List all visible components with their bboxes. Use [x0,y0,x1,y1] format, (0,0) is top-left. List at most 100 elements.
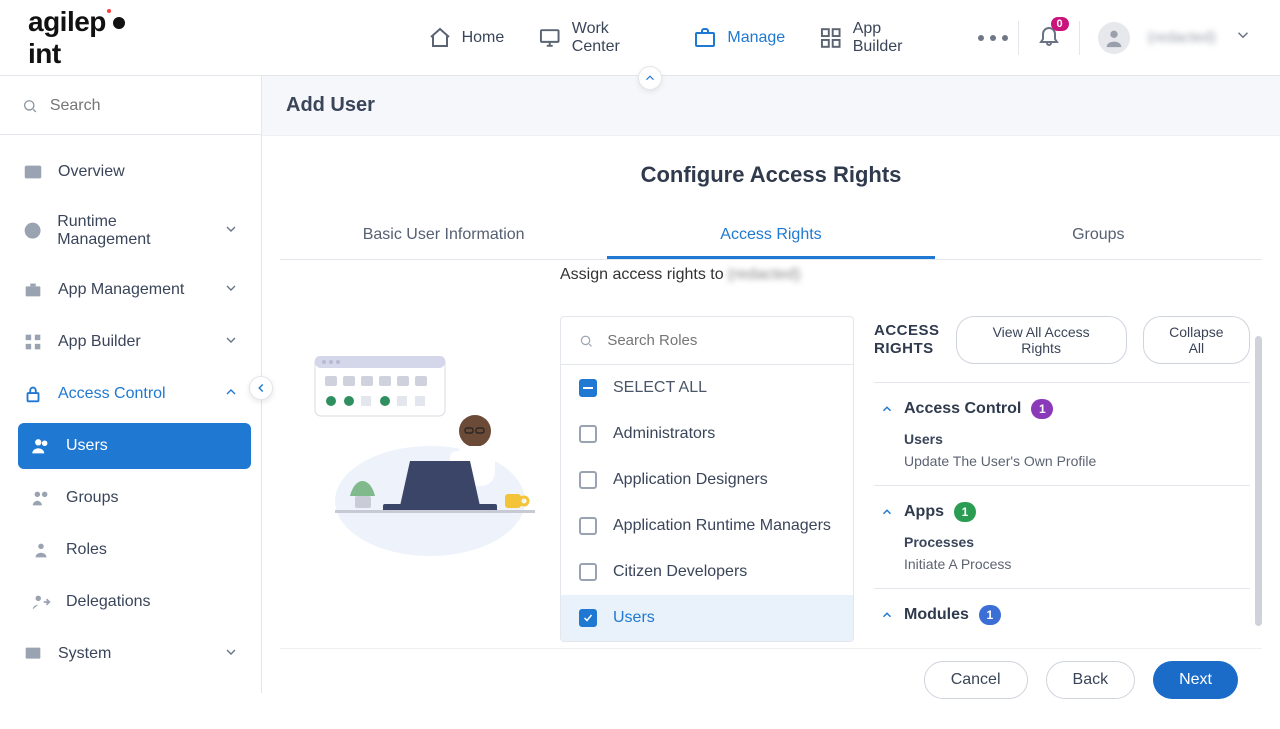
access-rights-panel: ACCESSRIGHTS View All Access Rights Coll… [854,316,1262,642]
chevron-up-icon [880,402,894,416]
grid-icon [22,331,44,353]
rights-group-modules: Modules 1 [874,588,1250,629]
rights-group-toggle[interactable]: Apps 1 [880,502,1244,522]
content: Add User Configure Access Rights Basic U… [262,76,1280,693]
sidebar-item-label: Users [66,437,108,455]
assign-username: (redacted) [728,266,801,284]
rights-group-name: Modules [904,606,969,624]
rights-group-toggle[interactable]: Modules 1 [880,605,1244,625]
role-label: Administrators [613,425,715,443]
notification-count-badge: 0 [1051,17,1069,31]
sidebar-item-system[interactable]: System [10,631,251,677]
sidebar-item-groups[interactable]: Groups [18,475,251,521]
panel: Configure Access Rights Basic User Infor… [262,135,1280,729]
page-title: Add User [262,76,1280,135]
system-icon [22,643,44,665]
right-item-desc: Update The User's Own Profile [904,453,1244,469]
user-avatar[interactable] [1098,22,1130,54]
chevron-down-icon [223,332,239,348]
sidebar-item-access-control[interactable]: Access Control [10,371,251,417]
role-citizen-developers[interactable]: Citizen Developers [561,549,853,595]
rights-header: ACCESSRIGHTS View All Access Rights Coll… [874,316,1250,364]
collapse-sidebar-button[interactable] [249,376,273,400]
rights-group-count: 1 [979,605,1001,625]
rights-group-items: Processes Initiate A Process [904,534,1244,572]
sidebar-item-label: Runtime Management [57,213,209,249]
nav-app-builder[interactable]: App Builder [819,20,933,56]
rights-group-apps: Apps 1 Processes Initiate A Process [874,485,1250,588]
cancel-button[interactable]: Cancel [924,661,1028,699]
right-item-title: Processes [904,534,1244,550]
more-dot-icon [978,35,984,41]
sidebar-search-input[interactable] [48,96,239,116]
clock-icon [22,220,43,241]
lock-icon [22,383,44,405]
chevron-down-icon [223,280,239,296]
brand-logo: agilepint [28,6,158,70]
chevron-up-icon [880,608,894,622]
sidebar-item-label: App Builder [58,333,141,351]
roles-search[interactable] [561,317,853,365]
more-dot-icon [1002,35,1008,41]
sidebar-item-runtime-management[interactable]: Runtime Management [10,201,251,261]
role-runtime-managers[interactable]: Application Runtime Managers [561,503,853,549]
roles-search-input[interactable] [605,331,835,350]
chevron-down-icon [223,644,239,660]
role-application-designers[interactable]: Application Designers [561,457,853,503]
role-users[interactable]: Users [561,595,853,641]
checkbox-icon [579,517,597,535]
person-laptop-illustration [305,356,535,556]
rights-group-count: 1 [1031,399,1053,419]
next-button[interactable]: Next [1153,661,1238,699]
nav-manage[interactable]: Manage [693,26,785,50]
role-label: Citizen Developers [613,563,747,581]
divider [1018,21,1019,55]
sidebar-item-label: Groups [66,489,118,507]
main-layout: Overview Runtime Management App Manageme… [0,76,1280,693]
back-button[interactable]: Back [1046,661,1136,699]
roles-picker: SELECT ALL Administrators Application De… [560,316,854,642]
wizard-footer: Cancel Back Next [280,648,1262,711]
group-icon [30,487,52,509]
sidebar-item-roles[interactable]: Roles [18,527,251,573]
briefcase-icon [693,26,717,50]
role-select-all[interactable]: SELECT ALL [561,365,853,411]
role-label: SELECT ALL [613,379,707,397]
user-menu-toggle[interactable] [1234,26,1252,49]
sidebar-item-app-management[interactable]: App Management [10,267,251,313]
checkbox-indeterminate-icon [579,379,597,397]
chevron-up-icon [223,384,239,400]
notifications-button[interactable]: 0 [1037,23,1061,52]
sidebar-search[interactable] [0,90,261,135]
sidebar-nav: Overview Runtime Management App Manageme… [0,135,261,691]
role-icon [30,539,52,561]
sidebar-item-users[interactable]: Users [18,423,251,469]
nav-home[interactable]: Home [428,26,505,50]
divider [1079,21,1080,55]
rights-group-toggle[interactable]: Access Control 1 [880,399,1244,419]
tab-groups[interactable]: Groups [935,214,1262,259]
chevron-left-icon [254,381,268,395]
sidebar-item-label: System [58,645,111,663]
role-administrators[interactable]: Administrators [561,411,853,457]
assign-prefix: Assign access rights to [560,266,724,284]
sidebar-item-delegations[interactable]: Delegations [18,579,251,625]
collapse-header-button[interactable] [638,66,662,90]
nav-work-center-label: Work Center [572,20,660,56]
tabs: Basic User Information Access Rights Gro… [280,214,1262,260]
sidebar-item-app-builder[interactable]: App Builder [10,319,251,365]
scrollbar[interactable] [1255,336,1262,626]
search-icon [579,333,593,349]
tab-access-rights[interactable]: Access Rights [607,214,934,259]
collapse-all-button[interactable]: Collapse All [1143,316,1250,364]
rights-groups: Access Control 1 Users Update The User's… [874,382,1250,629]
role-label: Users [613,609,655,627]
nav-more[interactable] [978,35,1008,41]
panel-heading: Configure Access Rights [280,162,1262,188]
view-all-rights-button[interactable]: View All Access Rights [956,316,1127,364]
user-icon [1103,27,1125,49]
nav-work-center[interactable]: Work Center [538,20,659,56]
sidebar: Overview Runtime Management App Manageme… [0,76,262,693]
sidebar-item-overview[interactable]: Overview [10,149,251,195]
tab-basic-info[interactable]: Basic User Information [280,214,607,259]
